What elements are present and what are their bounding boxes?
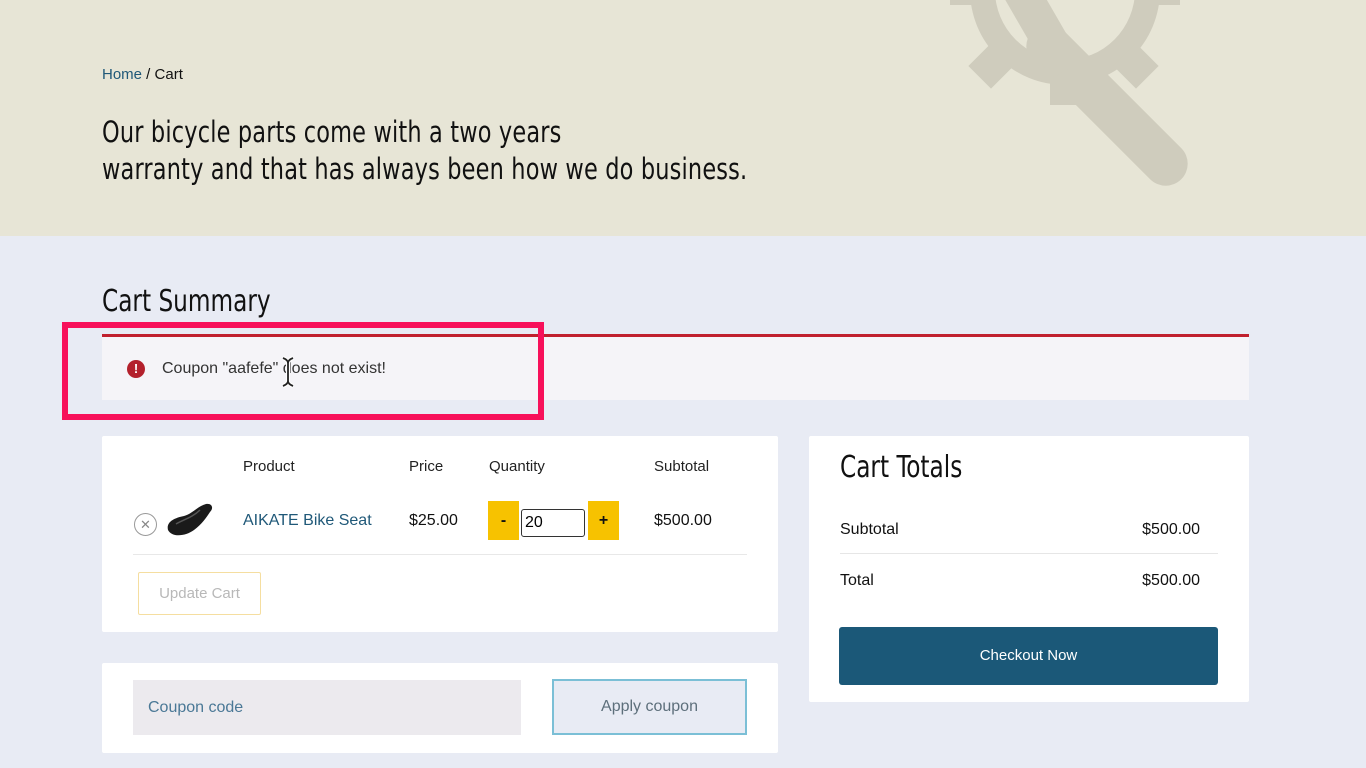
quantity-decrement-button[interactable]: - (488, 501, 519, 540)
breadcrumb-home-link[interactable]: Home (102, 66, 142, 83)
cart-totals-title: Cart Totals (840, 450, 963, 485)
update-cart-button[interactable]: Update Cart (138, 572, 261, 615)
page-title: Cart Summary (102, 284, 271, 319)
subtotal-label: Subtotal (840, 521, 899, 538)
breadcrumb-separator: / (142, 66, 155, 83)
coupon-code-input[interactable] (133, 680, 521, 735)
quantity-input[interactable] (521, 509, 585, 537)
cart-items-table: Product Price Quantity Subtotal ✕ AIKATE… (102, 436, 778, 632)
cart-totals-panel: Cart Totals Subtotal $500.00 Total $500.… (809, 436, 1249, 702)
total-label: Total (840, 572, 874, 589)
gear-wrench-icon (950, 0, 1243, 186)
apply-coupon-button[interactable]: Apply coupon (552, 679, 747, 735)
item-subtotal: $500.00 (654, 512, 712, 529)
totals-divider (840, 553, 1218, 554)
text-cursor-icon (282, 356, 294, 388)
hero-banner: Home / Cart Our bicycle parts come with … (0, 0, 1366, 236)
subtotal-value: $500.00 (1142, 521, 1200, 538)
checkout-button[interactable]: Checkout Now (839, 627, 1218, 685)
row-divider (133, 554, 747, 555)
remove-item-icon[interactable]: ✕ (134, 513, 157, 536)
hero-tagline: Our bicycle parts come with a two years … (102, 114, 756, 188)
breadcrumb: Home / Cart (102, 66, 183, 83)
total-value: $500.00 (1142, 572, 1200, 589)
column-header-product: Product (243, 458, 295, 475)
item-price: $25.00 (409, 512, 458, 529)
breadcrumb-current: Cart (154, 66, 183, 83)
column-header-subtotal: Subtotal (654, 458, 710, 475)
hero-tagline-line-2: warranty and that has always been how we… (102, 152, 748, 186)
column-header-price: Price (409, 458, 444, 475)
bike-seat-product-image (167, 503, 213, 536)
product-link[interactable]: AIKATE Bike Seat (243, 512, 372, 530)
annotation-highlight-box (62, 322, 544, 420)
coupon-section: Apply coupon (102, 663, 778, 753)
quantity-increment-button[interactable]: + (588, 501, 619, 540)
column-header-quantity: Quantity (489, 458, 545, 475)
hero-tagline-line-1: Our bicycle parts come with a two years (102, 115, 562, 149)
